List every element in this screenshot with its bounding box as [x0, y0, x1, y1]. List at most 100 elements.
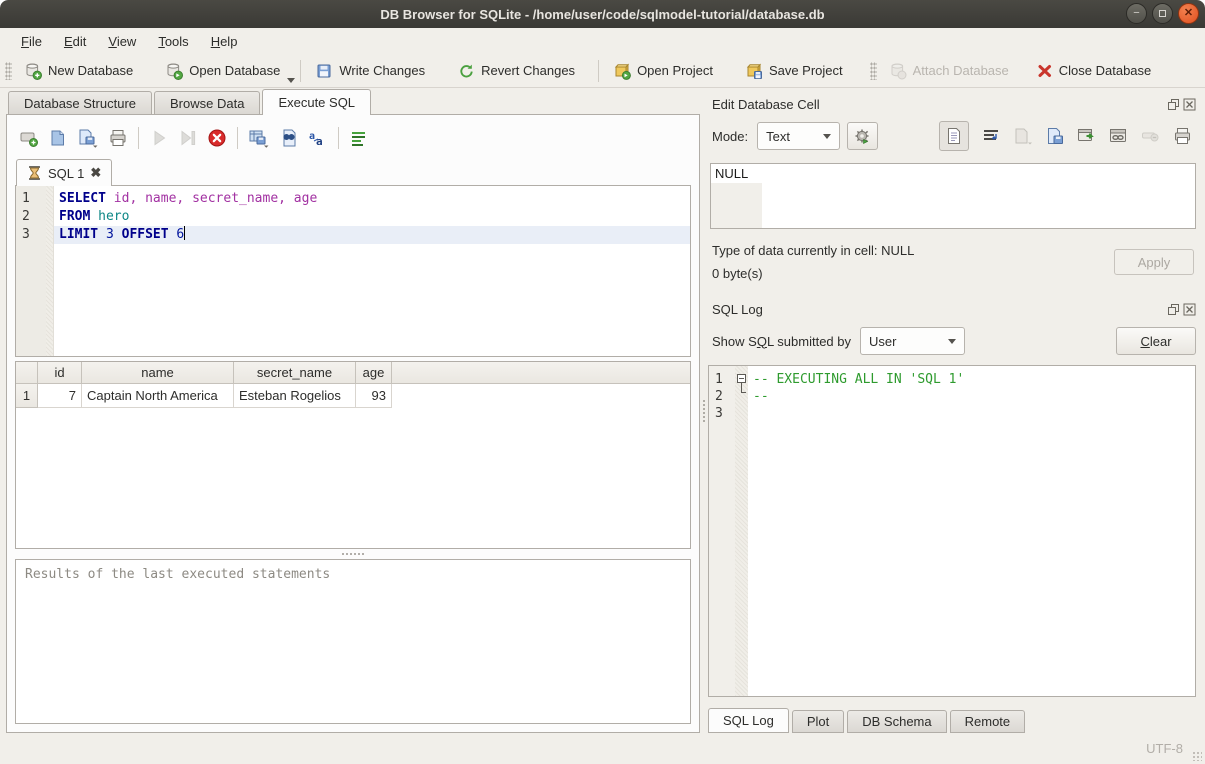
execute-line-icon[interactable]	[178, 128, 198, 148]
menu-help[interactable]: Help	[200, 30, 249, 53]
sql-tab-close-icon[interactable]: ✖	[90, 165, 101, 181]
sql-log-dock-titlebar[interactable]: SQL Log	[708, 299, 1196, 319]
column-header-secret-name[interactable]: secret_name	[234, 362, 356, 383]
word-wrap-icon[interactable]	[349, 128, 369, 148]
float-dock-icon[interactable]	[1167, 98, 1180, 111]
clear-log-button[interactable]: Clear	[1116, 327, 1196, 355]
set-null-icon[interactable]	[1141, 129, 1160, 143]
auto-switch-mode-button[interactable]	[847, 122, 878, 150]
cell-name[interactable]: Captain North America	[82, 384, 234, 408]
close-dock-icon[interactable]	[1183, 98, 1196, 111]
title-bar[interactable]: DB Browser for SQLite - /home/user/code/…	[0, 0, 1205, 28]
log-filter-select[interactable]: User	[860, 327, 965, 355]
execute-all-icon[interactable]	[149, 128, 169, 148]
stop-execution-icon[interactable]	[207, 128, 227, 148]
vertical-splitter[interactable]	[700, 88, 708, 733]
find-in-sql-icon[interactable]	[279, 128, 299, 148]
tab-browse-data[interactable]: Browse Data	[154, 91, 260, 114]
format-sql-icon[interactable]: aa	[308, 128, 328, 148]
cell-age[interactable]: 93	[356, 384, 392, 408]
log-line-3	[748, 405, 1195, 422]
toolbar-drag-handle[interactable]	[5, 62, 12, 80]
log-line-1: -- EXECUTING ALL IN 'SQL 1'	[748, 371, 1195, 388]
edit-cell-dock-titlebar[interactable]: Edit Database Cell	[708, 94, 1196, 114]
open-in-external-icon[interactable]	[1077, 128, 1096, 144]
apply-button[interactable]: Apply	[1114, 249, 1194, 275]
tab-execute-sql[interactable]: Execute SQL	[262, 89, 371, 115]
mode-select[interactable]: Text	[757, 122, 840, 150]
tab-sql-log[interactable]: SQL Log	[708, 708, 789, 733]
hourglass-icon	[27, 165, 42, 181]
toolbar-drag-handle[interactable]	[870, 62, 877, 80]
menu-edit[interactable]: Edit	[53, 30, 97, 53]
fold-collapse-icon[interactable]	[737, 374, 746, 383]
write-changes-button[interactable]: Write Changes	[306, 58, 434, 84]
column-header-age[interactable]: age	[356, 362, 392, 383]
save-results-icon[interactable]	[248, 128, 270, 148]
sql-tab-label: SQL 1	[48, 166, 84, 181]
row-header-1[interactable]: 1	[16, 384, 38, 408]
print-cell-icon[interactable]	[1173, 127, 1192, 145]
encoding-indicator[interactable]: UTF-8	[1146, 741, 1183, 756]
text-mode-icon[interactable]	[939, 121, 969, 151]
open-project-button[interactable]: Open Project	[604, 58, 722, 84]
open-database-icon	[165, 62, 183, 80]
close-dock-icon[interactable]	[1183, 303, 1196, 316]
results-grid[interactable]: id name secret_name age 1 7 Captain Nort…	[15, 361, 691, 549]
log-filter-label: Show SQL submitted by	[712, 334, 851, 349]
sql-log-view[interactable]: 1 2 3 -- EXECUTING ALL IN 'SQL 1' --	[708, 365, 1196, 697]
results-corner-cell[interactable]	[16, 362, 38, 383]
float-dock-icon[interactable]	[1167, 303, 1180, 316]
results-message-box[interactable]: Results of the last executed statements	[15, 559, 691, 724]
save-sql-file-icon[interactable]	[77, 128, 99, 148]
sql-1-tab[interactable]: SQL 1 ✖	[16, 159, 112, 186]
word-wrap-cell-icon[interactable]	[982, 128, 1000, 144]
chevron-down-icon	[948, 339, 956, 344]
copy-as-link-icon[interactable]	[1109, 128, 1128, 144]
cell-size-info: 0 byte(s)	[712, 262, 914, 285]
text-cursor	[184, 226, 185, 240]
cell-editor-textarea[interactable]: NULL	[710, 163, 1196, 229]
svg-text:a: a	[316, 135, 323, 148]
new-database-button[interactable]: New Database	[15, 58, 142, 84]
gear-import-icon	[854, 128, 871, 145]
menu-view[interactable]: View	[97, 30, 147, 53]
maximize-icon	[1159, 10, 1166, 17]
new-sql-tab-icon[interactable]	[19, 128, 39, 148]
open-database-label: Open Database	[189, 63, 280, 78]
column-header-id[interactable]: id	[38, 362, 82, 383]
open-database-button[interactable]: Open Database	[156, 58, 289, 84]
maximize-button[interactable]	[1152, 3, 1173, 24]
revert-changes-button[interactable]: Revert Changes	[448, 58, 584, 84]
editor-code-area[interactable]: SELECT id, name, secret_name, age FROM h…	[54, 186, 690, 356]
cell-id[interactable]: 7	[38, 384, 82, 408]
column-header-name[interactable]: name	[82, 362, 234, 383]
log-fold-margin[interactable]	[735, 366, 748, 696]
write-changes-label: Write Changes	[339, 63, 425, 78]
tab-database-structure[interactable]: Database Structure	[8, 91, 152, 114]
open-sql-file-icon[interactable]	[48, 128, 68, 148]
new-database-label: New Database	[48, 63, 133, 78]
menu-file[interactable]: File	[10, 30, 53, 53]
open-database-dropdown-arrow[interactable]	[287, 78, 295, 83]
close-database-button[interactable]: Close Database	[1028, 59, 1161, 83]
cell-secret-name[interactable]: Esteban Rogelios	[234, 384, 356, 408]
tab-remote[interactable]: Remote	[950, 710, 1026, 733]
menu-tools[interactable]: Tools	[147, 30, 199, 53]
left-pane: Database Structure Browse Data Execute S…	[0, 88, 700, 733]
tab-plot[interactable]: Plot	[792, 710, 844, 733]
save-project-button[interactable]: Save Project	[736, 58, 852, 84]
resize-grip[interactable]	[1192, 751, 1202, 761]
sql-editor[interactable]: 1 2 3 SELECT id, name, secret_name, age …	[15, 185, 691, 357]
print-sql-icon[interactable]	[108, 128, 128, 148]
import-data-icon[interactable]	[1013, 127, 1033, 145]
cell-mode-row: Mode: Text	[708, 121, 1196, 151]
revert-changes-icon	[457, 62, 475, 80]
tab-db-schema[interactable]: DB Schema	[847, 710, 946, 733]
table-row[interactable]: 1 7 Captain North America Esteban Rogeli…	[16, 384, 690, 408]
export-data-icon[interactable]	[1046, 127, 1064, 145]
minimize-button[interactable]: −	[1126, 3, 1147, 24]
horizontal-splitter[interactable]	[15, 549, 691, 559]
close-button[interactable]: ✕	[1178, 3, 1199, 24]
attach-database-button[interactable]: Attach Database	[880, 58, 1018, 84]
